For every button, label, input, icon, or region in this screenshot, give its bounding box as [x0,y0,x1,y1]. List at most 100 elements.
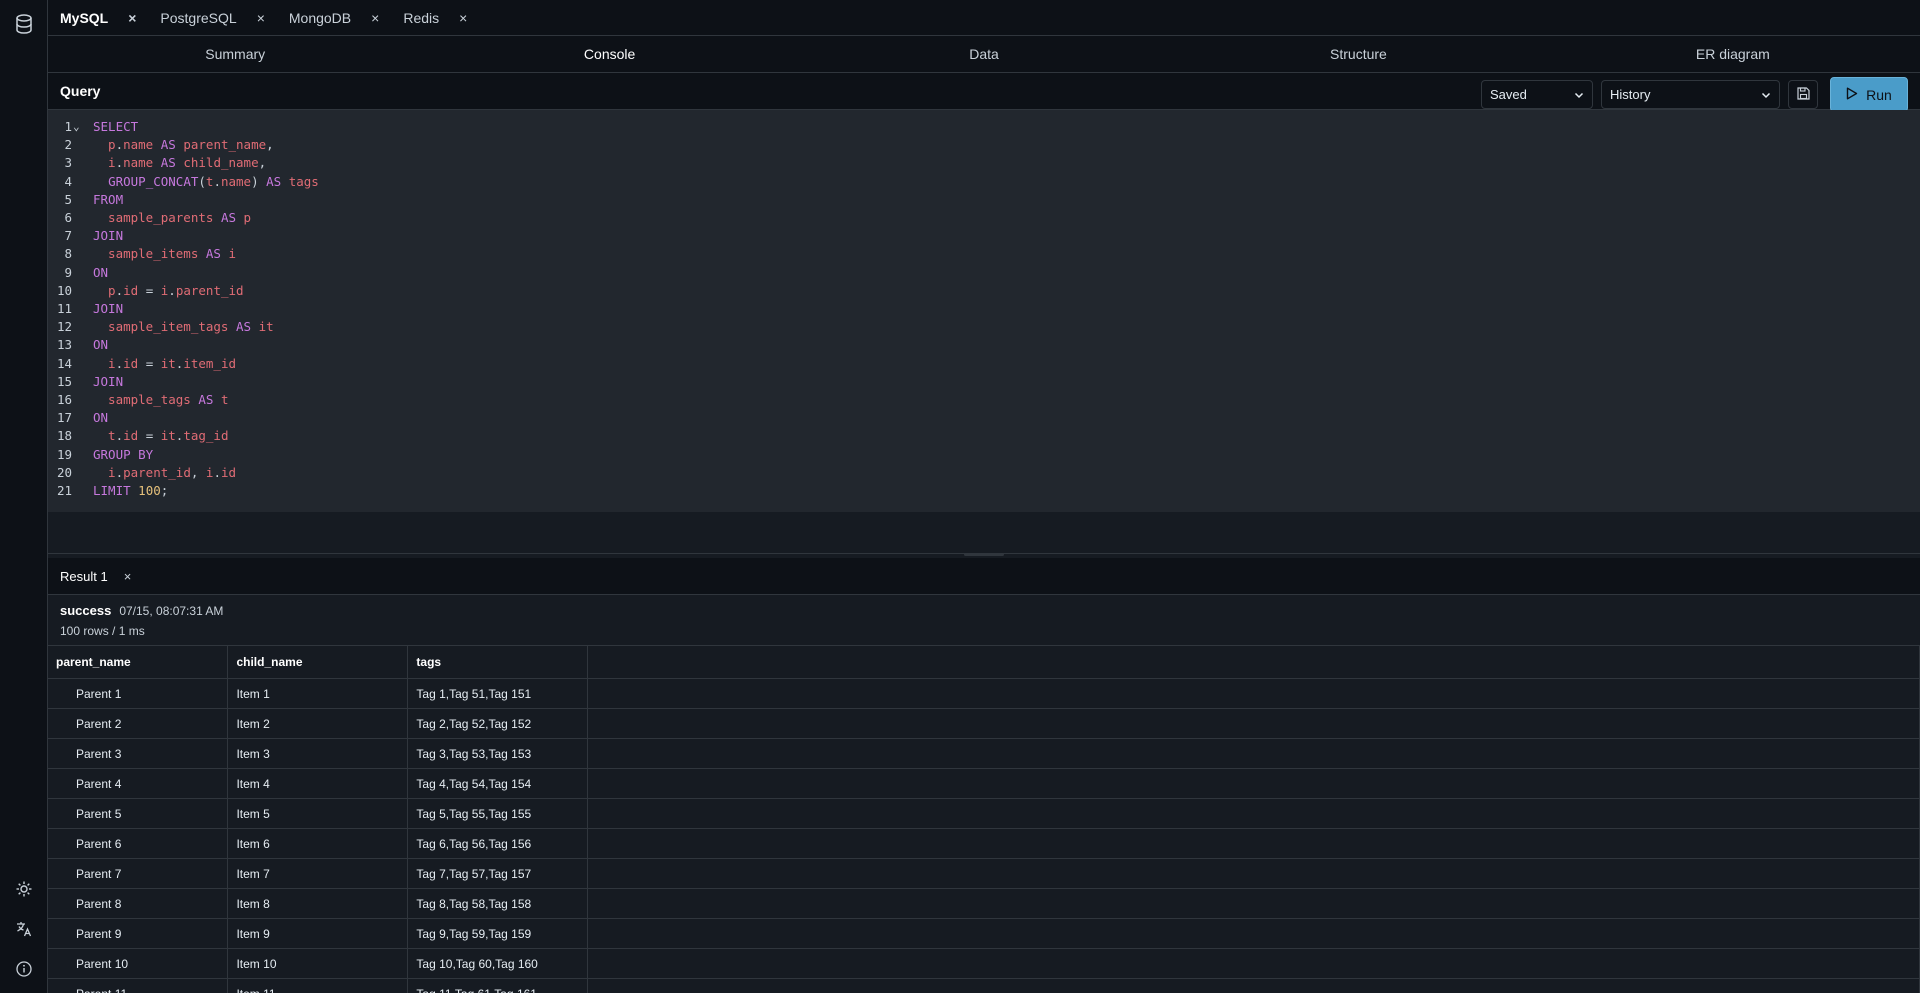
code-line[interactable]: 11 JOIN [48,300,1920,318]
table-row[interactable]: Parent 7 Item 7 Tag 7,Tag 57,Tag 157 [48,858,1920,889]
table-cell[interactable]: Parent 2 [48,708,229,739]
table-cell[interactable]: Parent 4 [48,768,229,799]
line-number: 11 [56,301,72,316]
code-line[interactable]: 1 ⌄ SELECT [48,118,1920,136]
save-button[interactable] [1788,80,1818,109]
code-line[interactable]: 9 ON [48,264,1920,282]
code-line[interactable]: 17 ON [48,409,1920,427]
table-cell[interactable]: Item 7 [227,858,409,889]
table-row[interactable]: Parent 3 Item 3 Tag 3,Tag 53,Tag 153 [48,738,1920,769]
table-row[interactable]: Parent 4 Item 4 Tag 4,Tag 54,Tag 154 [48,768,1920,799]
table-row[interactable]: Parent 1 Item 1 Tag 1,Tag 51,Tag 151 [48,678,1920,709]
close-icon[interactable]: × [128,10,136,26]
table-cell[interactable]: Item 11 [227,978,409,993]
connection-tab-mysql[interactable]: MySQL × [60,0,136,36]
code-line[interactable]: 7 JOIN [48,227,1920,245]
tab-structure[interactable]: Structure [1171,46,1545,62]
table-cell[interactable]: Parent 10 [48,948,229,979]
table-cell[interactable]: Tag 8,Tag 58,Tag 158 [407,888,589,919]
table-cell[interactable]: Tag 4,Tag 54,Tag 154 [407,768,589,799]
code-line[interactable]: 2 p.name AS parent_name, [48,136,1920,154]
table-row[interactable]: Parent 6 Item 6 Tag 6,Tag 56,Tag 156 [48,828,1920,859]
column-header-parent-name[interactable]: parent_name [48,645,229,679]
database-icon[interactable] [12,12,36,36]
info-icon[interactable] [12,957,36,981]
run-button[interactable]: Run [1830,77,1908,112]
saved-select[interactable]: Saved [1481,80,1593,109]
code-line[interactable]: 8 sample_items AS i [48,245,1920,263]
code-line[interactable]: 10 p.id = i.parent_id [48,282,1920,300]
tab-result-1[interactable]: Result 1 [60,569,108,584]
sql-editor[interactable]: 1 ⌄ SELECT 2 p.name AS parent_name, 3 i.name… [48,110,1920,512]
table-cell[interactable]: Item 8 [227,888,409,919]
history-select[interactable]: History [1601,80,1780,109]
table-cell[interactable]: Tag 2,Tag 52,Tag 152 [407,708,589,739]
table-row[interactable]: Parent 11Item 11Tag 11,Tag 61,Tag 161 [48,978,1920,993]
table-cell[interactable]: Tag 6,Tag 56,Tag 156 [407,828,589,859]
table-cell[interactable]: Tag 7,Tag 57,Tag 157 [407,858,589,889]
close-icon[interactable]: × [124,569,132,584]
connection-tab-postgresql[interactable]: PostgreSQL × [160,0,264,36]
chevron-down-icon [1574,88,1584,103]
connection-tab-redis[interactable]: Redis × [403,0,467,36]
table-row[interactable]: Parent 8 Item 8 Tag 8,Tag 58,Tag 158 [48,888,1920,919]
translate-icon[interactable] [12,917,36,941]
sun-icon[interactable] [12,877,36,901]
column-header-child-name[interactable]: child_name [227,645,409,679]
table-cell[interactable]: Tag 5,Tag 55,Tag 155 [407,798,589,829]
table-cell[interactable]: Parent 8 [48,888,229,919]
table-row[interactable]: Parent 5 Item 5 Tag 5,Tag 55,Tag 155 [48,798,1920,829]
table-cell[interactable]: Item 9 [227,918,409,949]
resize-handle[interactable] [964,553,1004,556]
code-line[interactable]: 5 FROM [48,191,1920,209]
table-cell[interactable]: Tag 10,Tag 60,Tag 160 [407,948,589,979]
table-cell[interactable]: Parent 9 [48,918,229,949]
code-line[interactable]: 12 sample_item_tags AS it [48,318,1920,336]
column-header-tags[interactable]: tags [407,645,589,679]
tab-data[interactable]: Data [797,46,1171,62]
code-line[interactable]: 20 i.parent_id, i.id [48,464,1920,482]
code-line[interactable]: 13 ON [48,336,1920,354]
code-line[interactable]: 16 sample_tags AS t [48,391,1920,409]
table-cell[interactable]: Parent 11 [48,978,229,993]
fold-chevron-icon[interactable]: ⌄ [73,118,80,136]
table-cell[interactable]: Parent 6 [48,828,229,859]
table-cell[interactable]: Item 4 [227,768,409,799]
tab-er-diagram[interactable]: ER diagram [1546,46,1920,62]
tab-console[interactable]: Console [422,46,796,62]
query-toolbar: Query Saved History Run [48,73,1920,112]
connection-tab-mongodb[interactable]: MongoDB × [289,0,379,36]
table-cell[interactable]: Item 10 [227,948,409,979]
table-cell[interactable]: Tag 1,Tag 51,Tag 151 [407,678,589,709]
code-line[interactable]: 18 t.id = it.tag_id [48,427,1920,445]
code-line[interactable]: 15 JOIN [48,373,1920,391]
table-cell[interactable]: Item 2 [227,708,409,739]
run-button-label: Run [1866,86,1892,103]
result-summary: 100 rows / 1 ms [60,624,145,638]
table-cell[interactable]: Parent 7 [48,858,229,889]
code-line[interactable]: 19 GROUP BY [48,446,1920,464]
table-row[interactable]: Parent 9 Item 9 Tag 9,Tag 59,Tag 159 [48,918,1920,949]
table-cell[interactable]: Parent 5 [48,798,229,829]
close-icon[interactable]: × [371,10,379,26]
table-cell[interactable]: Item 6 [227,828,409,859]
table-cell[interactable]: Tag 9,Tag 59,Tag 159 [407,918,589,949]
table-cell[interactable]: Item 5 [227,798,409,829]
table-cell[interactable]: Tag 11,Tag 61,Tag 161 [407,978,589,993]
code-line[interactable]: 21 LIMIT 100; [48,482,1920,500]
table-row[interactable]: Parent 10 Item 10 Tag 10,Tag 60,Tag 160 [48,948,1920,979]
table-cell[interactable]: Parent 3 [48,738,229,769]
close-icon[interactable]: × [257,10,265,26]
tab-summary[interactable]: Summary [48,46,422,62]
table-cell[interactable]: Item 1 [227,678,409,709]
code-line[interactable]: 4 GROUP_CONCAT(t.name) AS tags [48,173,1920,191]
table-cell[interactable]: Parent 1 [48,678,229,709]
table-cell[interactable]: Tag 3,Tag 53,Tag 153 [407,738,589,769]
close-icon[interactable]: × [459,10,467,26]
code-line[interactable]: 6 sample_parents AS p [48,209,1920,227]
table-cell[interactable]: Item 3 [227,738,409,769]
code-line[interactable]: 14 i.id = it.item_id [48,355,1920,373]
code-line[interactable]: 3 i.name AS child_name, [48,154,1920,172]
table-row[interactable]: Parent 2 Item 2 Tag 2,Tag 52,Tag 152 [48,708,1920,739]
connection-tab-label: Redis [403,9,440,26]
